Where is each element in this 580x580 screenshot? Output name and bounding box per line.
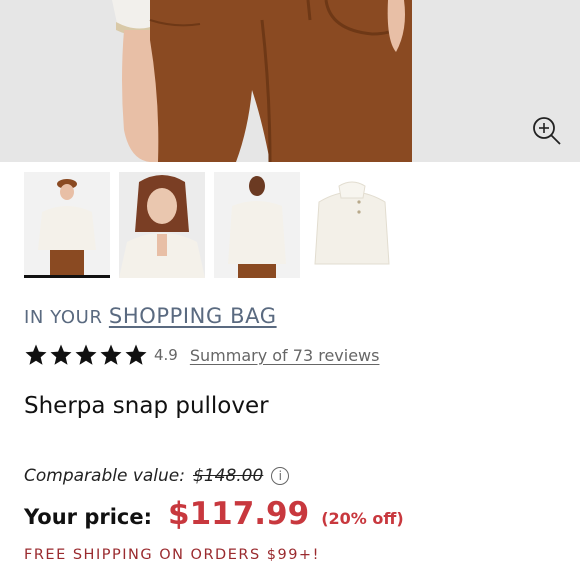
comparable-value-row: Comparable value: $148.00 i bbox=[24, 466, 290, 486]
star-icon bbox=[25, 344, 47, 365]
zoom-in-icon[interactable] bbox=[530, 115, 564, 149]
thumbnail-3[interactable] bbox=[214, 172, 300, 278]
current-price: $117.99 bbox=[168, 496, 310, 532]
star-icon bbox=[75, 344, 97, 365]
info-icon[interactable]: i bbox=[271, 467, 290, 485]
star-icon bbox=[50, 344, 72, 365]
rating-value: 4.9 bbox=[154, 346, 178, 364]
thumbnail-2[interactable] bbox=[119, 172, 205, 278]
thumbnail-1[interactable] bbox=[24, 172, 110, 278]
product-hero-image[interactable] bbox=[0, 0, 580, 162]
star-icon bbox=[125, 344, 147, 365]
rating-row: 4.9 Summary of 73 reviews bbox=[24, 342, 379, 368]
product-title: Sherpa snap pullover bbox=[24, 393, 269, 419]
discount-badge: (20% off) bbox=[321, 509, 404, 528]
star-icon bbox=[100, 344, 122, 365]
star-rating bbox=[24, 343, 148, 367]
hero-photo bbox=[0, 0, 580, 162]
price-row: Your price: $117.99 (20% off) bbox=[24, 496, 404, 532]
comparable-price: $148.00 bbox=[193, 466, 264, 486]
thumbnail-back-view-image bbox=[214, 172, 300, 278]
free-shipping-banner: FREE SHIPPING ON ORDERS $99+! bbox=[24, 547, 320, 563]
thumbnail-front-view-image bbox=[24, 172, 110, 278]
your-price-label: Your price: bbox=[24, 505, 152, 529]
comparable-label: Comparable value: bbox=[24, 466, 185, 486]
thumbnail-collar-image bbox=[119, 172, 205, 278]
shopping-bag-link[interactable]: SHOPPING BAG bbox=[109, 304, 277, 328]
in-bag-prefix: IN YOUR bbox=[24, 307, 103, 328]
thumbnail-4[interactable] bbox=[309, 172, 395, 278]
in-bag-notice: IN YOUR SHOPPING BAG bbox=[24, 304, 277, 328]
reviews-summary-link[interactable]: Summary of 73 reviews bbox=[190, 346, 380, 365]
thumbnail-flat-view-image bbox=[309, 172, 395, 278]
